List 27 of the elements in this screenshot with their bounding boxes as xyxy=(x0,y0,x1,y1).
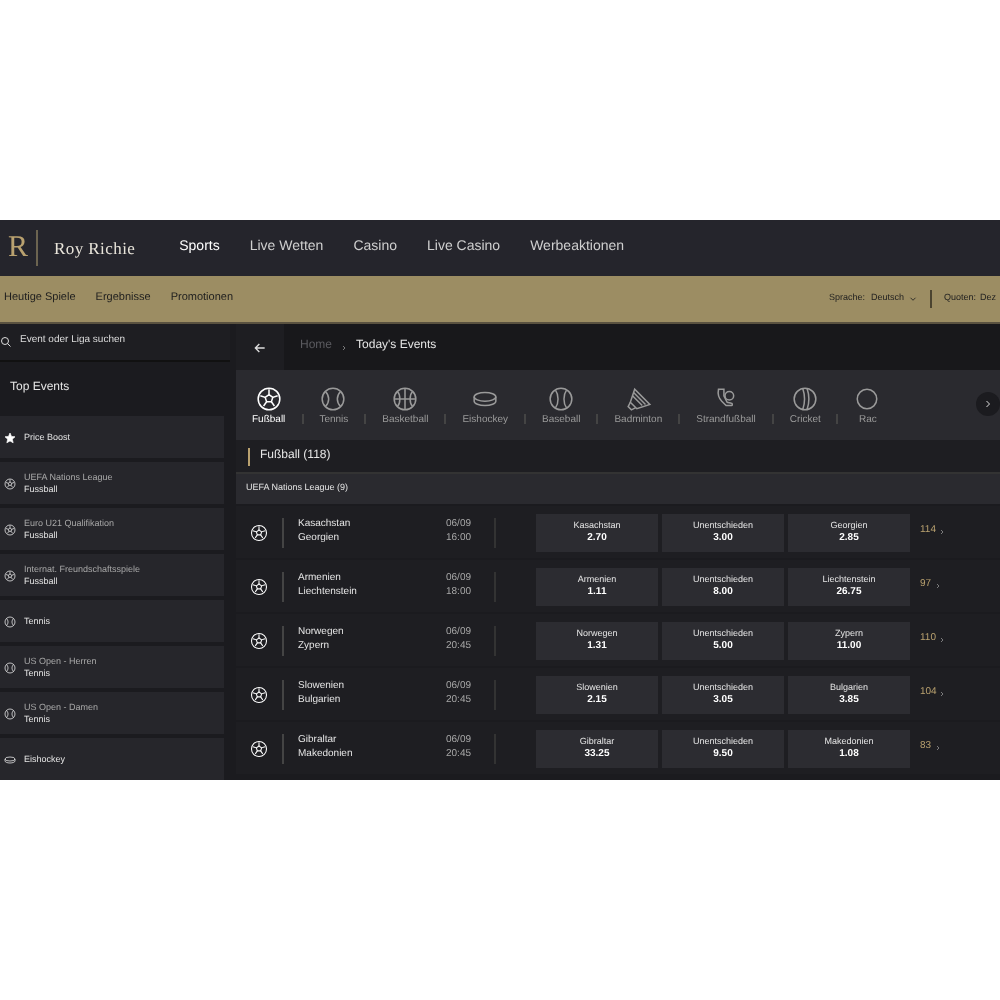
soccer-ball-icon xyxy=(250,685,268,703)
logo-mark[interactable]: R xyxy=(0,225,37,271)
search-icon xyxy=(0,336,12,349)
ball-icon xyxy=(854,385,881,411)
star-icon xyxy=(4,431,16,443)
soccer-ball-icon xyxy=(4,477,16,489)
arrow-left-icon xyxy=(252,339,268,355)
soccer-ball-icon xyxy=(250,523,268,541)
soccer-ball-icon xyxy=(250,739,268,757)
cricket-ball-icon xyxy=(792,385,819,411)
soccer-ball-icon xyxy=(255,385,282,411)
tennis-ball-icon xyxy=(320,385,347,411)
hockey-puck-icon xyxy=(4,753,16,765)
brand-name[interactable]: Roy Richie xyxy=(38,235,152,261)
soccer-ball-icon xyxy=(4,569,16,581)
soccer-ball-icon xyxy=(250,631,268,649)
soccer-ball-icon xyxy=(250,577,268,595)
tennis-ball-icon xyxy=(4,707,16,719)
chevron-right-icon xyxy=(982,398,994,410)
baseball-icon xyxy=(548,385,575,411)
basketball-icon xyxy=(392,385,419,411)
shuttlecock-icon xyxy=(625,385,652,411)
tennis-ball-icon xyxy=(4,661,16,673)
tennis-ball-icon xyxy=(4,615,16,627)
chevron-down-icon xyxy=(907,294,918,304)
soccer-ball-icon xyxy=(4,523,16,535)
scroll-right-button[interactable] xyxy=(976,392,1000,416)
